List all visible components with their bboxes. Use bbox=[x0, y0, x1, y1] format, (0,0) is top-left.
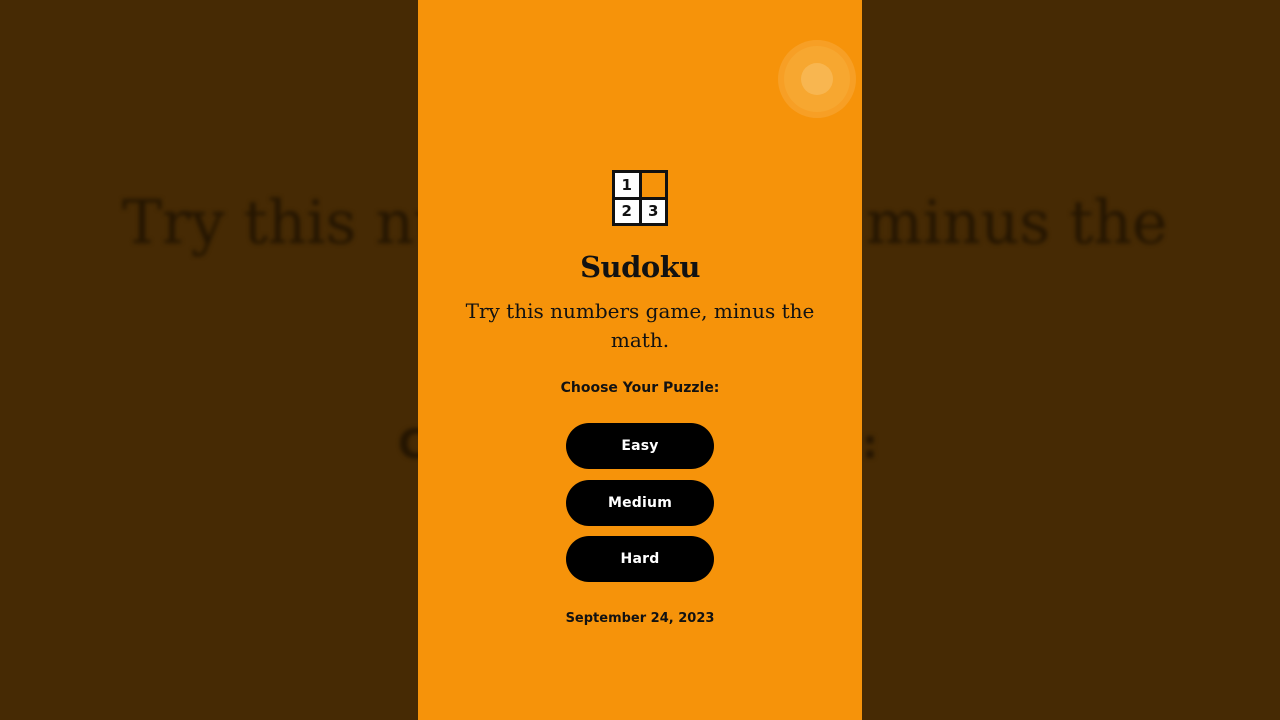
page-subtitle: Try this numbers game, minus the math. bbox=[465, 299, 815, 352]
backdrop-subtitle-left: Try this nu bbox=[122, 188, 453, 258]
choose-puzzle-label: Choose Your Puzzle: bbox=[560, 380, 720, 396]
page-title: Sudoku bbox=[580, 250, 700, 284]
easy-button[interactable]: Easy bbox=[566, 423, 714, 469]
puzzle-date: September 24, 2023 bbox=[565, 611, 715, 626]
hard-button[interactable]: Hard bbox=[566, 536, 714, 582]
logo-cell: 3 bbox=[641, 199, 665, 223]
backdrop-choose-right: : bbox=[862, 422, 878, 468]
backdrop-subtitle-right: minus the bbox=[866, 188, 1168, 258]
logo-cell: 2 bbox=[615, 199, 639, 223]
sudoku-logo-icon: 1 2 3 bbox=[612, 170, 668, 226]
touch-indicator-icon bbox=[784, 46, 850, 112]
logo-cell-highlight bbox=[641, 173, 665, 197]
video-frame: Try this nu minus the C : 1 2 3 Sudoku T… bbox=[0, 0, 1280, 720]
logo-cell: 1 bbox=[615, 173, 639, 197]
medium-button[interactable]: Medium bbox=[566, 480, 714, 526]
phone-screen: 1 2 3 Sudoku Try this numbers game, minu… bbox=[418, 0, 862, 720]
